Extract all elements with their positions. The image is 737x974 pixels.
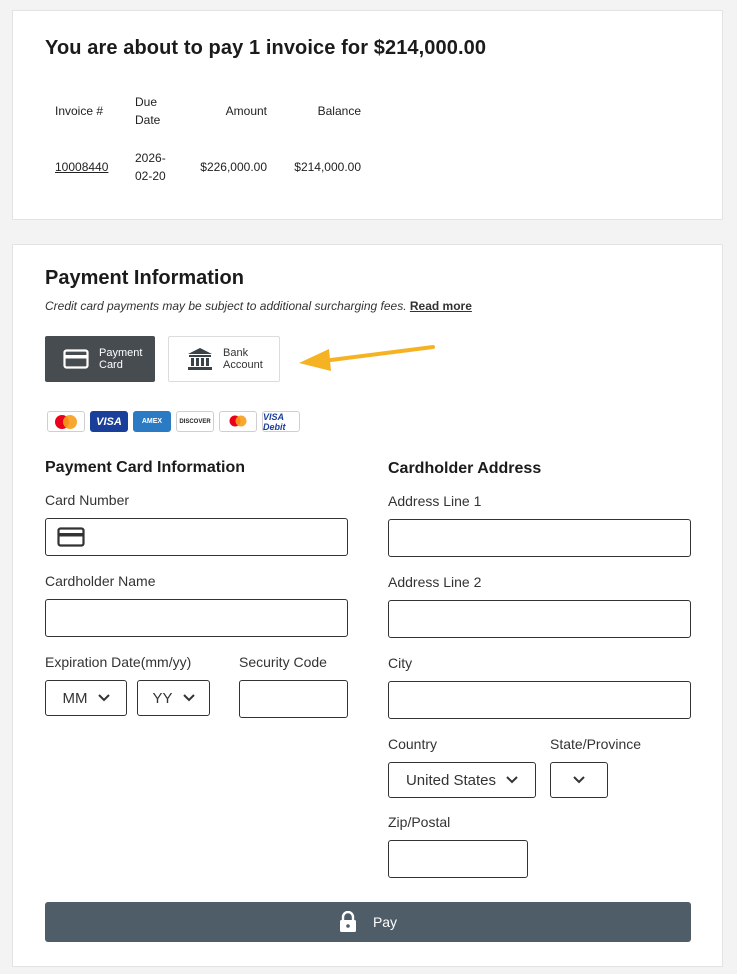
address-line1-input[interactable] [388, 519, 691, 557]
address-line2-input[interactable] [388, 600, 691, 638]
country-select[interactable]: United States [388, 762, 536, 798]
page-title: You are about to pay 1 invoice for $214,… [45, 37, 487, 59]
pay-button-label: Pay [372, 914, 398, 930]
state-label: State/Province [550, 736, 642, 752]
payment-title: Payment Information [45, 267, 244, 289]
surcharge-note-text: Credit card payments may be subject to a… [45, 299, 407, 313]
card-number-input[interactable] [45, 518, 348, 556]
read-more-link[interactable]: Read more [410, 299, 472, 313]
chevron-down-icon [506, 776, 518, 784]
invoice-summary-card: You are about to pay 1 invoice for $214,… [12, 10, 723, 220]
credit-card-icon [63, 349, 89, 369]
zip-label: Zip/Postal [388, 814, 451, 830]
state-select[interactable] [550, 762, 608, 798]
address-line2-label: Address Line 2 [388, 574, 482, 590]
month-value: MM [62, 689, 88, 707]
chevron-down-icon [97, 694, 110, 702]
expiration-year-select[interactable]: YY [137, 680, 210, 716]
expiration-month-select[interactable]: MM [45, 680, 127, 716]
chevron-down-icon [573, 776, 585, 784]
balance-cell: $214,000.00 [294, 160, 361, 174]
visa-debit-logo-icon: VISA Debit [262, 411, 300, 432]
address-line1-label: Address Line 1 [388, 493, 482, 509]
cardholder-name-label: Cardholder Name [45, 573, 156, 589]
cardholder-name-input[interactable] [45, 599, 348, 637]
card-info-title: Payment Card Information [45, 459, 246, 476]
due-date-cell: 2026-02-20 [135, 151, 166, 183]
tab-payment-card[interactable]: Payment Card [45, 336, 155, 382]
tab-bank-account[interactable]: Bank Account [168, 336, 280, 382]
cardholder-address-title: Cardholder Address [388, 460, 542, 477]
city-label: City [388, 655, 413, 671]
amount-cell: $226,000.00 [200, 160, 267, 174]
city-input[interactable] [388, 681, 691, 719]
tab-bank-account-label: Bank Account [223, 347, 263, 371]
country-label: Country [388, 736, 438, 752]
country-value: United States [405, 771, 497, 789]
zip-input[interactable] [388, 840, 528, 878]
bank-icon [188, 348, 212, 370]
pay-button[interactable]: Pay [45, 902, 691, 942]
card-number-label: Card Number [45, 492, 130, 508]
security-code-input[interactable] [239, 680, 348, 718]
amex-logo-icon: AMEX [133, 411, 171, 432]
mastercard-logo-icon [47, 411, 85, 432]
col-amount-header: Amount [225, 104, 267, 118]
tab-payment-card-label: Payment Card [99, 347, 143, 371]
discover-logo-icon: DISCOVER [176, 411, 214, 432]
col-balance-header: Balance [317, 104, 361, 118]
chevron-down-icon [182, 694, 195, 702]
lock-icon [339, 911, 356, 932]
card-brand-logos: VISA AMEX DISCOVER VISA Debit [47, 411, 300, 432]
col-due-header: Due Date [135, 95, 161, 127]
maestro-logo-icon [219, 411, 257, 432]
security-code-label: Security Code [239, 654, 327, 670]
visa-logo-icon: VISA [90, 411, 128, 432]
year-value: YY [152, 689, 173, 707]
invoice-link[interactable]: 10008440 [55, 158, 108, 176]
credit-card-icon [57, 527, 85, 547]
col-invoice-header: Invoice # [55, 104, 104, 118]
expiration-label: Expiration Date(mm/yy) [45, 654, 192, 670]
payment-information-card: Payment Information Credit card payments… [12, 244, 723, 967]
arrow-annotation-icon [299, 345, 435, 371]
surcharge-note: Credit card payments may be subject to a… [45, 299, 472, 313]
